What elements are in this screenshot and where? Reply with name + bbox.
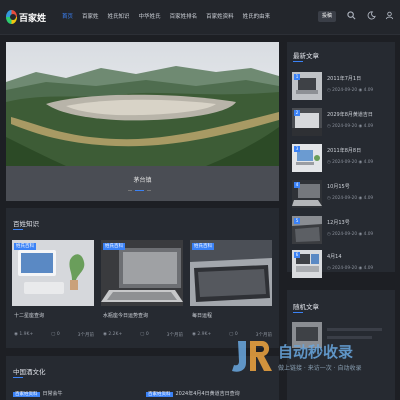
culture-item[interactable]: 百家姓资料 日常会牛 [13, 390, 63, 397]
card-tag[interactable]: 姓氏百科 [14, 243, 36, 250]
culture-item-title[interactable]: 2024年4月4日黄道吉日查询 [176, 391, 240, 397]
random-title: 随机文章 [293, 303, 319, 311]
knowledge-title: 百姓知识 [13, 220, 39, 228]
nav-item-origin[interactable]: 姓氏的由来 [243, 12, 271, 20]
culture-tag[interactable]: 百家姓资料 [13, 392, 40, 397]
nav-item-surname-knowledge[interactable]: 姓氏知识 [108, 12, 130, 20]
card-time: 3个月前 [166, 333, 183, 338]
card-meta: ◉ 2.2K+ ▢ 0 3个月前 [103, 332, 183, 338]
latest-title: 最新文章 [293, 52, 319, 60]
watermark-subtext: 做上链接 · 来访一次 · 自动收录 [278, 365, 362, 372]
watermark-text: 自动秒收录 [278, 343, 354, 361]
latest-articles-panel: 最新文章 1 2011年7月1日 ◷ 2024-09-20 ◉ 4.09 2 2… [287, 42, 395, 278]
article-card[interactable]: 姓氏百科 每日运程 ◉ 2.9K+ ▢ 0 3个月前 [190, 240, 272, 340]
card-title[interactable]: 水瓶座今日运势查询 [103, 312, 148, 319]
card-tag[interactable]: 姓氏百科 [192, 243, 214, 250]
placeholder-line [327, 328, 382, 331]
nav-item-ranking[interactable]: 百家姓排名 [170, 12, 198, 20]
user-icon[interactable] [384, 11, 394, 21]
article-card[interactable]: 姓氏百科 水瓶座今日运势查询 ◉ 2.2K+ ▢ 0 3个月前 [101, 240, 183, 340]
knowledge-section: 百姓知识 姓氏百科 十二星座查询 ◉ 1.9K+ ▢ 0 3个月前 姓氏百科 水… [6, 208, 279, 348]
latest-item[interactable]: 3 2011年8月8日 ◷ 2024-09-20 ◉ 4.09 [292, 144, 392, 174]
latest-item-title[interactable]: 4月14 [327, 253, 342, 260]
latest-item-meta: ◷ 2024-09-20 ◉ 4.09 [327, 124, 374, 129]
card-title[interactable]: 十二星座查询 [14, 312, 44, 319]
latest-item-title[interactable]: 2029年8月黄道吉日 [327, 111, 373, 118]
card-title[interactable]: 每日运程 [192, 312, 212, 319]
latest-rank: 6 [294, 252, 300, 258]
latest-item-meta: ◷ 2024-09-20 ◉ 4.09 [327, 232, 374, 237]
latest-item-meta: ◷ 2024-09-20 ◉ 4.09 [327, 266, 374, 271]
culture-tag[interactable]: 百家姓资料 [146, 392, 173, 397]
section-underline [293, 312, 303, 313]
slider-dot[interactable] [128, 190, 132, 191]
hero-caption: 茅台镇 [133, 177, 152, 184]
latest-item[interactable]: 1 2011年7月1日 ◷ 2024-09-20 ◉ 4.09 [292, 72, 392, 102]
jr-logo-icon [232, 341, 272, 372]
culture-title: 中国酒文化 [13, 368, 46, 376]
watermark-overlay: 自动秒收录 做上链接 · 来访一次 · 自动收录 [228, 337, 398, 385]
latest-rank: 2 [294, 110, 300, 116]
latest-rank: 4 [294, 182, 300, 188]
latest-item-title[interactable]: 2011年8月8日 [327, 147, 361, 154]
card-comments: ▢ 0 [51, 332, 60, 337]
main-nav: 首页 百家姓 姓氏知识 中华姓氏 百家姓排名 百家姓资料 姓氏的由来 [62, 12, 270, 20]
hero-slider[interactable]: 茅台镇 [6, 42, 279, 201]
nav-item-home[interactable]: 首页 [62, 12, 73, 20]
latest-item-title[interactable]: 12月13号 [327, 219, 350, 226]
nav-item-materials[interactable]: 百家姓资料 [206, 12, 234, 20]
latest-item-title[interactable]: 2011年7月1日 [327, 75, 361, 82]
slider-dot[interactable] [147, 190, 151, 191]
latest-item-meta: ◷ 2024-09-20 ◉ 4.09 [327, 160, 374, 165]
latest-item-meta: ◷ 2024-09-20 ◉ 4.09 [327, 88, 374, 93]
section-underline [293, 61, 303, 62]
submit-button[interactable]: 投稿 [318, 11, 336, 22]
culture-item[interactable]: 百家姓资料 2024年4月4日黄道吉日查询 [146, 390, 240, 397]
latest-rank: 5 [294, 218, 300, 224]
culture-item-title[interactable]: 日常会牛 [43, 391, 63, 397]
nav-item-chinese-surnames[interactable]: 中华姓氏 [139, 12, 161, 20]
latest-item-meta: ◷ 2024-09-20 ◉ 4.09 [327, 196, 374, 201]
hero-image [6, 42, 279, 166]
latest-item[interactable]: 6 4月14 ◷ 2024-09-20 ◉ 4.09 [292, 250, 392, 280]
section-underline [13, 229, 23, 230]
card-views: ◉ 2.2K+ [103, 332, 123, 337]
nav-item-baijiaxing[interactable]: 百家姓 [82, 12, 99, 20]
card-meta: ◉ 1.9K+ ▢ 0 3个月前 [14, 332, 94, 338]
latest-rank: 1 [294, 74, 300, 80]
search-icon[interactable] [346, 11, 356, 21]
logo-mark-icon [6, 10, 17, 24]
site-logo[interactable]: 百家姓 [6, 5, 46, 29]
card-views: ◉ 1.9K+ [14, 332, 34, 337]
card-time: 3个月前 [77, 333, 94, 338]
hero-caption-bar: 茅台镇 [6, 166, 279, 201]
card-tag[interactable]: 姓氏百科 [103, 243, 125, 250]
moon-icon[interactable] [366, 11, 376, 21]
card-comments: ▢ 0 [140, 332, 149, 337]
section-underline [13, 377, 23, 378]
latest-item[interactable]: 5 12月13号 ◷ 2024-09-20 ◉ 4.09 [292, 216, 392, 246]
logo-text: 百家姓 [18, 13, 46, 24]
slider-dots[interactable] [128, 190, 151, 191]
latest-item[interactable]: 2 2029年8月黄道吉日 ◷ 2024-09-20 ◉ 4.09 [292, 108, 392, 138]
slider-dot-active[interactable] [135, 190, 144, 191]
latest-rank: 3 [294, 146, 300, 152]
card-views: ◉ 2.9K+ [192, 332, 212, 337]
top-navbar: 百家姓 首页 百家姓 姓氏知识 中华姓氏 百家姓排名 百家姓资料 姓氏的由来 投… [0, 0, 400, 35]
latest-item-title[interactable]: 10月15号 [327, 183, 350, 190]
article-card[interactable]: 姓氏百科 十二星座查询 ◉ 1.9K+ ▢ 0 3个月前 [12, 240, 94, 340]
latest-item[interactable]: 4 10月15号 ◷ 2024-09-20 ◉ 4.09 [292, 180, 392, 210]
